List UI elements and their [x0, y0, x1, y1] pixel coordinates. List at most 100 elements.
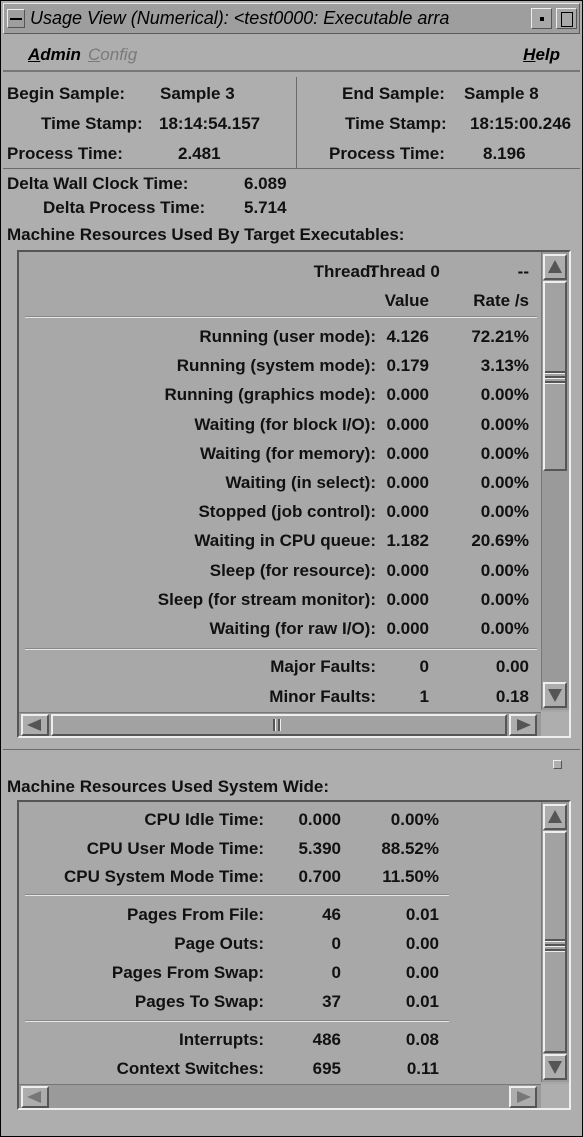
- scroll-up-button[interactable]: [543, 254, 567, 280]
- pane-sash[interactable]: [553, 760, 562, 769]
- grip-line: [273, 719, 276, 731]
- arrow-down-icon: [548, 689, 562, 702]
- horizontal-scroll-thumb[interactable]: [51, 714, 507, 736]
- system-vertical-scrollbar[interactable]: [541, 802, 569, 1082]
- header-separator: [25, 316, 537, 318]
- faults-separator: [25, 648, 537, 650]
- row-label: Pages To Swap:: [134, 992, 264, 1011]
- system-misc-row: Interrupts: 486 0.08: [19, 1030, 569, 1058]
- system-horizontal-scrollbar[interactable]: [19, 1084, 541, 1108]
- row-label: Waiting (in select):: [225, 473, 377, 492]
- vertical-scroll-thumb[interactable]: [543, 831, 567, 1053]
- row-label: CPU User Mode Time:: [86, 838, 264, 858]
- scroll-down-button[interactable]: [543, 682, 567, 708]
- row-label: Pages From Swap:: [111, 963, 264, 982]
- arrow-down-icon: [548, 1061, 562, 1074]
- target-horizontal-scrollbar[interactable]: [19, 712, 541, 736]
- row-value: 5.390: [298, 838, 341, 858]
- target-row: Waiting in CPU queue: 1.182 20.69%: [19, 531, 569, 559]
- row-rate: 0.18: [495, 686, 529, 706]
- row-value: 46: [322, 905, 341, 924]
- system-page-row: Pages From Swap: 0 0.00: [19, 963, 569, 991]
- vertical-scroll-thumb[interactable]: [543, 281, 567, 471]
- scroll-up-button[interactable]: [543, 804, 567, 830]
- pane-separator: [3, 749, 580, 750]
- column-rate-header: Rate /s: [473, 291, 529, 310]
- system-resources-heading: Machine Resources Used System Wide:: [7, 777, 330, 796]
- arrow-left-icon: [27, 719, 41, 731]
- target-vertical-scrollbar[interactable]: [541, 252, 569, 710]
- grip-line: [545, 939, 565, 942]
- target-row: Stopped (job control): 0.000 0.00%: [19, 502, 569, 530]
- scroll-down-button[interactable]: [543, 1054, 567, 1080]
- row-value: 0: [331, 934, 341, 953]
- row-value: 1.182: [386, 531, 429, 551]
- row-label: CPU Idle Time:: [144, 810, 264, 829]
- row-rate: 0.00: [495, 657, 529, 676]
- window-title: Usage View (Numerical): <test0000: Execu…: [30, 8, 450, 28]
- scroll-right-button[interactable]: [509, 1086, 537, 1108]
- row-value: 0.000: [298, 810, 341, 829]
- thread-rate: --: [517, 262, 529, 281]
- row-label: Running (system mode):: [176, 356, 376, 376]
- minimize-button[interactable]: [531, 8, 552, 29]
- target-row: Running (graphics mode): 0.000 0.00%: [19, 385, 569, 413]
- row-value: 0.000: [386, 473, 429, 492]
- scroll-right-button[interactable]: [509, 714, 537, 736]
- row-rate: 3.13%: [480, 356, 529, 376]
- scroll-left-button[interactable]: [21, 714, 49, 736]
- target-resources-heading: Machine Resources Used By Target Executa…: [7, 225, 405, 244]
- row-rate: 0.00%: [390, 810, 439, 829]
- menu-admin[interactable]: Admin: [28, 45, 81, 65]
- row-value: 0: [419, 657, 429, 676]
- menu-help[interactable]: Help: [523, 45, 560, 65]
- row-value: 0.179: [386, 356, 429, 376]
- row-rate: 0.01: [405, 992, 439, 1011]
- arrow-up-icon: [548, 810, 562, 823]
- row-rate: 0.08: [405, 1030, 439, 1049]
- scroll-corner: [541, 712, 569, 736]
- row-label: Pages From File:: [127, 905, 264, 924]
- row-label: Waiting (for raw I/O):: [209, 619, 376, 638]
- system-resources-panel: CPU Idle Time: 0.000 0.00% CPU User Mode Ti…: [17, 800, 571, 1110]
- scroll-left-button[interactable]: [21, 1086, 49, 1108]
- target-row: Running (system mode): 0.179 3.13%: [19, 356, 569, 384]
- delta-process-value: 5.714: [244, 198, 287, 217]
- row-label: CPU System Mode Time:: [64, 867, 264, 886]
- row-value: 4.126: [386, 327, 429, 346]
- row-label: Running (user mode):: [199, 327, 376, 346]
- row-rate: 0.00%: [480, 385, 529, 405]
- window-menu-button[interactable]: [7, 9, 25, 28]
- delta-wall-label: Delta Wall Clock Time:: [7, 174, 189, 193]
- fault-row: Major Faults: 0 0.00: [19, 657, 569, 685]
- row-label: Waiting (for memory):: [200, 443, 376, 463]
- cpu-separator: [25, 894, 449, 896]
- begin-sample-label: Begin Sample:: [7, 84, 126, 103]
- row-label: Page Outs:: [174, 934, 264, 953]
- maximize-icon: [561, 12, 573, 27]
- delta-process-label: Delta Process Time:: [43, 198, 206, 217]
- row-label: Waiting in CPU queue:: [194, 531, 376, 551]
- row-value: 37: [322, 992, 341, 1011]
- target-resources-panel: Thread: Thread 0 -- Value Rate /s Runnin…: [17, 250, 571, 738]
- begin-sample-value: Sample 3: [160, 84, 235, 103]
- end-sample-value: Sample 8: [464, 84, 539, 103]
- row-label: Sleep (for stream monitor):: [157, 589, 376, 609]
- row-label: Interrupts:: [179, 1030, 264, 1049]
- arrow-up-icon: [548, 260, 562, 273]
- sample-divider: [296, 77, 297, 169]
- row-value: 0.000: [386, 443, 429, 463]
- pages-separator: [25, 1020, 449, 1022]
- system-cpu-row: CPU Idle Time: 0.000 0.00%: [19, 810, 569, 838]
- maximize-button[interactable]: [556, 8, 577, 29]
- row-rate: 0.11: [406, 1059, 439, 1078]
- grip-line: [545, 944, 565, 947]
- fault-row: Minor Faults: 1 0.18: [19, 687, 569, 715]
- row-rate: 0.00%: [480, 502, 529, 522]
- title-bar[interactable]: Usage View (Numerical): <test0000: Execu…: [3, 3, 580, 34]
- arrow-right-icon: [517, 1091, 531, 1103]
- row-rate: 0.00%: [480, 414, 529, 434]
- row-rate: 72.21%: [471, 327, 529, 346]
- minimize-icon: [540, 17, 544, 21]
- system-page-row: Pages To Swap: 37 0.01: [19, 992, 569, 1020]
